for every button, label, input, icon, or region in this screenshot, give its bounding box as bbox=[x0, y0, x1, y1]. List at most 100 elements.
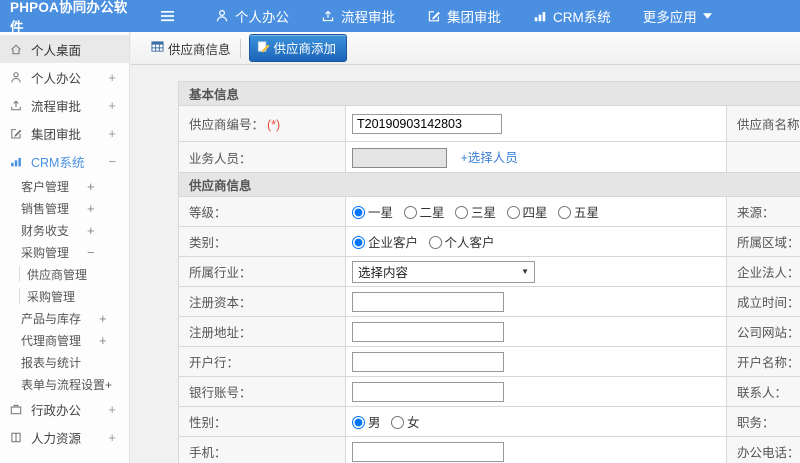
row-category: 类别： 企业客户 个人客户 所属区域： bbox=[178, 226, 800, 257]
book-icon bbox=[9, 430, 25, 444]
sidebar-item-human-resources[interactable]: 人力资源 + bbox=[0, 423, 129, 451]
sidebar-item-purchase-management[interactable]: 采购管理 − bbox=[0, 241, 129, 263]
radio-one-star[interactable]: 一星 bbox=[352, 206, 393, 220]
legal-person-label: 企业法人： bbox=[726, 256, 800, 287]
required-marker: (*) bbox=[267, 118, 281, 132]
edit-icon bbox=[427, 9, 441, 23]
table-grid-icon bbox=[151, 40, 164, 56]
mobile-input[interactable] bbox=[352, 441, 504, 462]
nav-item-group-approval[interactable]: 集团审批 bbox=[427, 6, 501, 26]
contact-person-label: 联系人： bbox=[726, 376, 800, 407]
main-area: 供应商信息 供应商添加 基本信息 供应商编号：(*) 供应商名称：(*) bbox=[131, 32, 800, 463]
founding-date-label: 成立时间： bbox=[726, 286, 800, 317]
sidebar-item-agent-management[interactable]: 代理商管理 + bbox=[0, 329, 129, 351]
sidebar-item-form-workflow-settings[interactable]: 表单与流程设置+ bbox=[0, 373, 129, 395]
registered-capital-label: 注册资本： bbox=[178, 286, 346, 317]
sidebar-item-workflow-approval[interactable]: 流程审批 + bbox=[0, 91, 129, 119]
region-label: 所属区域： bbox=[726, 226, 800, 257]
sidebar-item-sales-management[interactable]: 销售管理 + bbox=[0, 197, 129, 219]
mobile-label: 手机： bbox=[178, 436, 346, 463]
flow-icon bbox=[321, 9, 335, 23]
sidebar-item-group-approval[interactable]: 集团审批 + bbox=[0, 119, 129, 147]
chart-icon bbox=[9, 154, 25, 168]
edit-icon bbox=[9, 126, 25, 140]
top-navbar: PHPOA协同办公软件 个人办公 流程审批 集团审批 CRM系统 更多应用 bbox=[0, 0, 800, 35]
office-phone-label: 办公电话： bbox=[726, 436, 800, 463]
row-registered-capital: 注册资本： 成立时间： bbox=[178, 286, 800, 317]
caret-down-icon bbox=[702, 13, 712, 19]
radio-female[interactable]: 女 bbox=[391, 416, 420, 430]
navbar-menu: 个人办公 流程审批 集团审批 CRM系统 更多应用 bbox=[215, 6, 712, 26]
tab-supplier-info[interactable]: 供应商信息 bbox=[151, 38, 241, 58]
sidebar-item-admin-office[interactable]: 行政办公 + bbox=[0, 395, 129, 423]
person-icon bbox=[215, 9, 229, 23]
bank-input[interactable] bbox=[352, 351, 504, 372]
sidebar-item-finance[interactable]: 财务收支 + bbox=[0, 219, 129, 241]
sidebar-item-personal-desktop[interactable]: 个人桌面 bbox=[0, 35, 129, 63]
row-bank-account: 银行账号： 联系人： bbox=[178, 376, 800, 407]
nav-item-more-apps[interactable]: 更多应用 bbox=[643, 6, 712, 26]
hamburger-menu-icon[interactable] bbox=[160, 10, 175, 22]
flow-icon bbox=[9, 98, 25, 112]
radio-five-star[interactable]: 五星 bbox=[558, 206, 599, 220]
bank-label: 开户行： bbox=[178, 346, 346, 377]
supplier-code-input[interactable] bbox=[352, 113, 502, 134]
registered-address-label: 注册地址： bbox=[178, 316, 346, 347]
row-gender: 性别： 男 女 职务： bbox=[178, 406, 800, 437]
business-staff-input[interactable] bbox=[352, 147, 447, 168]
radio-personal-customer[interactable]: 个人客户 bbox=[428, 236, 495, 250]
gender-label: 性别： bbox=[178, 406, 346, 437]
sidebar-item-personal-office[interactable]: 个人办公 + bbox=[0, 63, 129, 91]
section-basic-info: 基本信息 bbox=[177, 81, 800, 106]
industry-label: 所属行业： bbox=[178, 256, 346, 287]
sidebar-item-crm-system[interactable]: CRM系统 − bbox=[0, 147, 129, 175]
category-label: 类别： bbox=[178, 226, 346, 257]
sidebar-item-purchasing[interactable]: 采购管理 bbox=[0, 285, 129, 307]
nav-item-personal-office[interactable]: 个人办公 bbox=[215, 6, 289, 26]
form-panel: 基本信息 供应商编号：(*) 供应商名称：(*) 业务人员： bbox=[131, 65, 800, 463]
sidebar-item-products-inventory[interactable]: 产品与库存 + bbox=[0, 307, 129, 329]
supplier-code-label: 供应商编号： (*) bbox=[178, 105, 346, 142]
sidebar-item-customer-management[interactable]: 客户管理 + bbox=[0, 175, 129, 197]
position-label: 职务： bbox=[726, 406, 800, 437]
account-name-label: 开户名称： bbox=[726, 346, 800, 377]
industry-select[interactable]: 选择内容 ▼ bbox=[352, 260, 535, 283]
grade-label: 等级： bbox=[178, 196, 346, 227]
app-title: PHPOA协同办公软件 bbox=[10, 0, 128, 35]
row-business-staff: 业务人员： +选择人员 bbox=[178, 141, 800, 173]
radio-three-star[interactable]: 三星 bbox=[455, 206, 496, 220]
row-mobile: 手机： 办公电话： bbox=[178, 436, 800, 463]
registered-capital-input[interactable] bbox=[352, 291, 504, 312]
radio-four-star[interactable]: 四星 bbox=[506, 206, 548, 220]
row-industry: 所属行业： 选择内容 ▼ 企业法人： bbox=[178, 256, 800, 287]
radio-enterprise-customer[interactable]: 企业客户 bbox=[352, 236, 418, 250]
sidebar: 个人桌面 个人办公 + 流程审批 + 集团审批 + CRM系统 − 客户管理 +… bbox=[0, 32, 130, 463]
grade-radio-group: 一星 二星 三星 四星 五星 bbox=[345, 196, 727, 227]
nav-item-crm-system[interactable]: CRM系统 bbox=[533, 6, 611, 26]
radio-two-star[interactable]: 二星 bbox=[403, 206, 445, 220]
business-staff-label: 业务人员： bbox=[178, 141, 346, 173]
tab-bar: 供应商信息 供应商添加 bbox=[131, 32, 800, 65]
sidebar-item-reports-statistics[interactable]: 报表与统计 bbox=[0, 351, 129, 373]
source-label: 来源： bbox=[726, 196, 800, 227]
person-icon bbox=[9, 70, 25, 84]
select-staff-link[interactable]: +选择人员 bbox=[460, 151, 517, 165]
nav-item-workflow-approval[interactable]: 流程审批 bbox=[321, 6, 395, 26]
bank-account-label: 银行账号： bbox=[178, 376, 346, 407]
row-bank: 开户行： 开户名称： bbox=[178, 346, 800, 377]
bank-account-input[interactable] bbox=[352, 381, 504, 402]
section-supplier-info: 供应商信息 bbox=[177, 172, 800, 197]
supplier-name-label: 供应商名称：(*) bbox=[726, 105, 800, 142]
pencil-add-icon bbox=[257, 40, 270, 56]
tab-supplier-add[interactable]: 供应商添加 bbox=[248, 34, 348, 62]
registered-address-input[interactable] bbox=[352, 321, 504, 342]
sidebar-item-supplier-management[interactable]: 供应商管理 bbox=[0, 263, 129, 285]
row-supplier-code: 供应商编号：(*) 供应商名称：(*) bbox=[178, 105, 800, 142]
row-grade: 等级： 一星 二星 三星 四星 五星 来源： bbox=[178, 196, 800, 227]
radio-male[interactable]: 男 bbox=[352, 416, 381, 430]
row-registered-address: 注册地址： 公司网站： bbox=[178, 316, 800, 347]
home-icon bbox=[9, 42, 25, 56]
gender-radio-group: 男 女 bbox=[345, 406, 727, 437]
briefcase-icon bbox=[9, 402, 25, 416]
chart-icon bbox=[533, 9, 547, 23]
